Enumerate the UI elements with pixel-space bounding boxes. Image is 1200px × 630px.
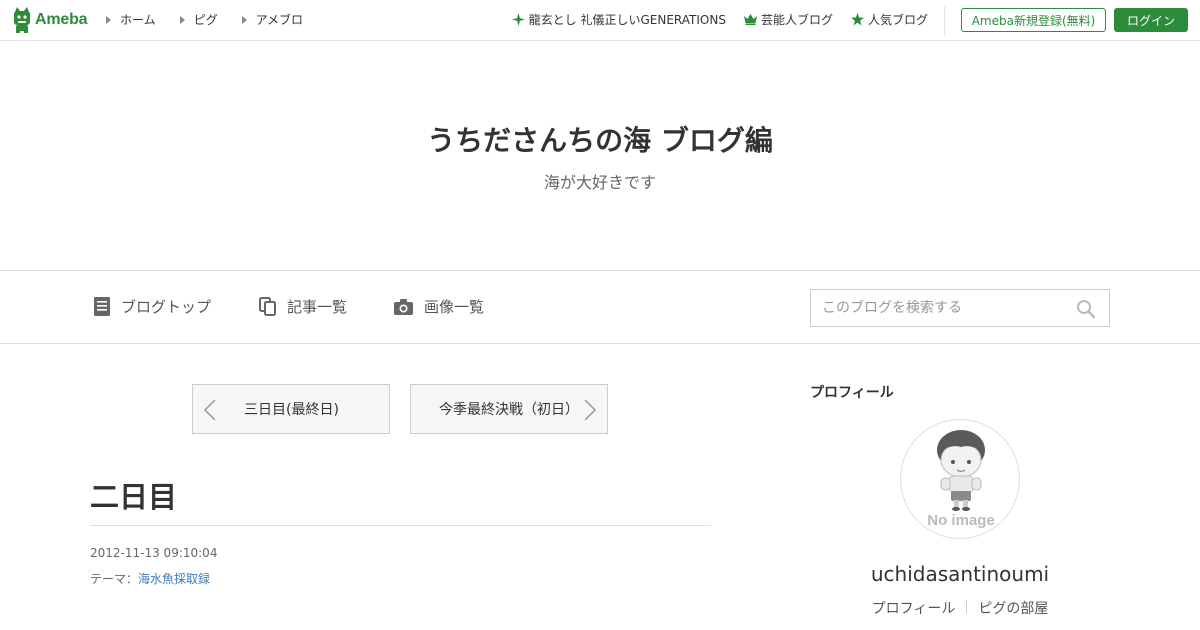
article-date: 2012-11-13 09:10:04 bbox=[90, 546, 218, 560]
nav-featured-blogger-label: 龍玄とし 礼儀正しいGENERATIONS bbox=[528, 13, 726, 27]
profile-links: プロフィール ピグの部屋 bbox=[810, 598, 1110, 618]
article-theme: テーマ：海水魚採取録 bbox=[90, 570, 210, 587]
global-header: Ameba ホーム ピグ アメブロ 龍玄とし 礼儀正しいGENERATIONS … bbox=[0, 0, 1200, 41]
triangle-right-icon bbox=[179, 15, 185, 24]
nav-celebrity-blogs-label: 芸能人ブログ bbox=[760, 13, 833, 27]
prev-entry-button[interactable]: 三日目(最終日) bbox=[192, 384, 390, 434]
nav-ameblo-label: アメブロ bbox=[255, 13, 304, 27]
chevron-right-icon bbox=[584, 399, 597, 421]
prev-entry-label: 三日目(最終日) bbox=[244, 402, 339, 418]
blog-nav-entries[interactable]: 記事一覧 bbox=[259, 296, 347, 317]
global-nav-right: 龍玄とし 礼儀正しいGENERATIONS 芸能人ブログ 人気ブログ bbox=[494, 11, 928, 28]
nav-popular-blogs-label: 人気ブログ bbox=[867, 13, 928, 27]
nav-ameblo[interactable]: アメブロ bbox=[241, 11, 304, 28]
triangle-right-icon bbox=[106, 15, 111, 24]
global-nav-left: ホーム ピグ アメブロ bbox=[106, 11, 327, 28]
blog-nav: ブログトップ 記事一覧 画像一覧 bbox=[0, 270, 1200, 344]
theme-prefix: テーマ： bbox=[90, 572, 139, 586]
article-title: 二日目 bbox=[90, 480, 178, 514]
camera-icon bbox=[394, 298, 413, 315]
avatar[interactable]: No image bbox=[900, 419, 1020, 539]
article-divider bbox=[90, 525, 711, 526]
login-button[interactable]: ログイン bbox=[1114, 8, 1188, 32]
nav-home[interactable]: ホーム bbox=[106, 11, 156, 28]
profile-name: uchidasantinoumi bbox=[870, 562, 1050, 586]
blog-nav-images[interactable]: 画像一覧 bbox=[394, 296, 484, 317]
nav-pigg[interactable]: ピグ bbox=[179, 11, 218, 28]
nav-pigg-label: ピグ bbox=[193, 13, 218, 27]
blog-nav-top[interactable]: ブログトップ bbox=[94, 296, 211, 317]
blog-header: うちださんちの海 ブログ編 海が大好きです bbox=[0, 41, 1200, 270]
avatar-caption: No image bbox=[927, 512, 995, 529]
nav-popular-blogs[interactable]: 人気ブログ bbox=[850, 11, 928, 28]
star-icon bbox=[850, 13, 864, 26]
nav-celebrity-blogs[interactable]: 芸能人ブログ bbox=[743, 11, 833, 28]
next-entry-label: 今季最終決戦（初日） bbox=[439, 402, 579, 418]
copy-icon bbox=[259, 297, 276, 316]
theme-link[interactable]: 海水魚採取録 bbox=[138, 572, 210, 586]
chevron-left-icon bbox=[203, 399, 216, 421]
blog-nav-images-label: 画像一覧 bbox=[424, 298, 485, 316]
no-image-avatar-icon: No image bbox=[927, 430, 995, 529]
ameba-logo[interactable]: Ameba bbox=[12, 7, 88, 33]
crown-icon bbox=[743, 14, 757, 25]
triangle-right-icon bbox=[241, 15, 247, 24]
sparkle-icon bbox=[511, 13, 525, 26]
blog-nav-entries-label: 記事一覧 bbox=[287, 298, 348, 316]
document-icon bbox=[94, 297, 110, 316]
blog-search-input[interactable] bbox=[811, 290, 1066, 326]
header-divider bbox=[944, 6, 945, 36]
search-icon[interactable] bbox=[1076, 299, 1096, 319]
blog-title[interactable]: うちださんちの海 ブログ編 bbox=[0, 119, 1200, 159]
nav-home-label: ホーム bbox=[120, 13, 156, 27]
next-entry-button[interactable]: 今季最終決戦（初日） bbox=[410, 384, 608, 434]
logo-text: Ameba bbox=[35, 11, 88, 28]
nav-featured-blogger[interactable]: 龍玄とし 礼儀正しいGENERATIONS bbox=[511, 11, 726, 28]
blog-search bbox=[810, 289, 1110, 327]
register-button[interactable]: Ameba新規登録(無料) bbox=[961, 8, 1106, 32]
ameba-mascot-icon bbox=[14, 7, 30, 33]
blog-description: 海が大好きです bbox=[543, 173, 656, 192]
profile-heading: プロフィール bbox=[810, 385, 894, 401]
blog-nav-top-label: ブログトップ bbox=[121, 298, 212, 316]
profile-link[interactable]: プロフィール bbox=[861, 598, 967, 618]
pigg-room-link[interactable]: ピグの部屋 bbox=[967, 598, 1059, 618]
